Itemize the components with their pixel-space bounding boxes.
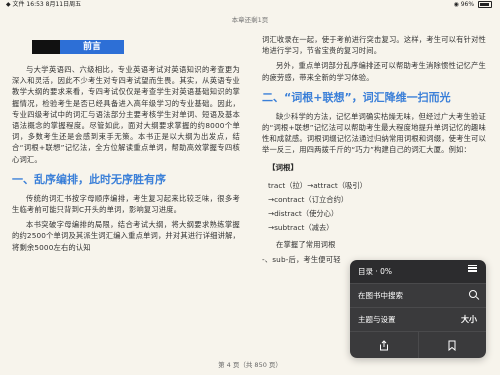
- preface-decoration: [32, 40, 60, 54]
- share-icon: [379, 339, 388, 350]
- search-icon: [469, 284, 477, 307]
- theme-menu-item[interactable]: 主题与设置 大小: [350, 308, 486, 332]
- keyword-line: tract（拉）→attract（吸引）: [268, 180, 367, 190]
- section-heading: 二、“词根+联想”，词汇降维一扫而光: [262, 90, 451, 104]
- paragraph: 传统的词汇书按字母顺序编排，考生复习起来比较乏味，很多考生临考前可能只背到C开头…: [12, 193, 240, 215]
- keyword-line: →subtract（减去）: [268, 222, 334, 232]
- search-menu-item[interactable]: 在图书中搜索: [350, 284, 486, 308]
- reader-menu: 目录 · 0% 在图书中搜索 主题与设置 大小: [350, 260, 486, 358]
- keyword-line: →distract（使分心）: [268, 208, 339, 218]
- section-heading: 一、乱序编排，此时无序胜有序: [12, 172, 166, 186]
- paragraph: 本书突破字母编排的局限，结合考试大纲，将大纲要求熟练掌握的约2500个单词及其派…: [12, 220, 240, 252]
- status-right: ◉ 96%: [454, 0, 492, 10]
- status-bar: ◆ 文件 16:53 8月11日周五 ◉ 96%: [0, 0, 500, 10]
- keyword-title: 【词根】: [268, 162, 298, 172]
- keyword-line: →contract（订立合约）: [268, 194, 349, 204]
- preface-heading: 前言: [32, 40, 240, 54]
- share-button[interactable]: [350, 332, 419, 358]
- text-size-icon: 大小: [461, 315, 477, 324]
- search-label: 在图书中搜索: [358, 291, 403, 300]
- toc-label: 目录 · 0%: [358, 267, 393, 276]
- right-page: 词汇收录在一起，使于考前进行突击复习。这样，考生可以有针对性地进行学习，节省宝贵…: [262, 34, 486, 269]
- left-page: 前言 与大学英语四、六级相比，专业英语考试对英语知识的考查更为深入和灵活，因此不…: [12, 30, 240, 257]
- preface-title: 前言: [60, 40, 124, 54]
- list-icon: [468, 260, 477, 283]
- paragraph: 词汇收录在一起，使于考前进行突击复习。这样，考生可以有针对性地进行学习，节省宝贵…: [262, 35, 486, 56]
- paragraph: 另外，重点单词部分乱序编排还可以帮助考生消除惯性记忆产生的疲劳感，带来全新的学习…: [262, 61, 486, 82]
- toc-menu-item[interactable]: 目录 · 0%: [350, 260, 486, 284]
- paragraph: 缺少科学的方法，记忆单词确实枯燥无味，但经过广大考生验证的“词根+联想”记忆法可…: [262, 111, 486, 155]
- status-left: ◆ 文件 16:53 8月11日周五: [6, 1, 82, 8]
- chapter-remaining: 本章还剩1页: [231, 16, 269, 24]
- theme-label: 主题与设置: [358, 315, 396, 324]
- menu-actions: [350, 332, 486, 358]
- battery-icon: [478, 1, 492, 8]
- paragraph: 在掌握了常用词根: [276, 239, 336, 249]
- bookmark-icon: [448, 340, 456, 351]
- page-indicator: 第 4 页（共 850 页）: [218, 361, 282, 369]
- bookmark-button[interactable]: [419, 332, 487, 358]
- battery-text: ◉ 96%: [453, 1, 475, 8]
- paragraph: 与大学英语四、六级相比，专业英语考试对英语知识的考查更为深入和灵活，因此不少考生…: [12, 65, 240, 164]
